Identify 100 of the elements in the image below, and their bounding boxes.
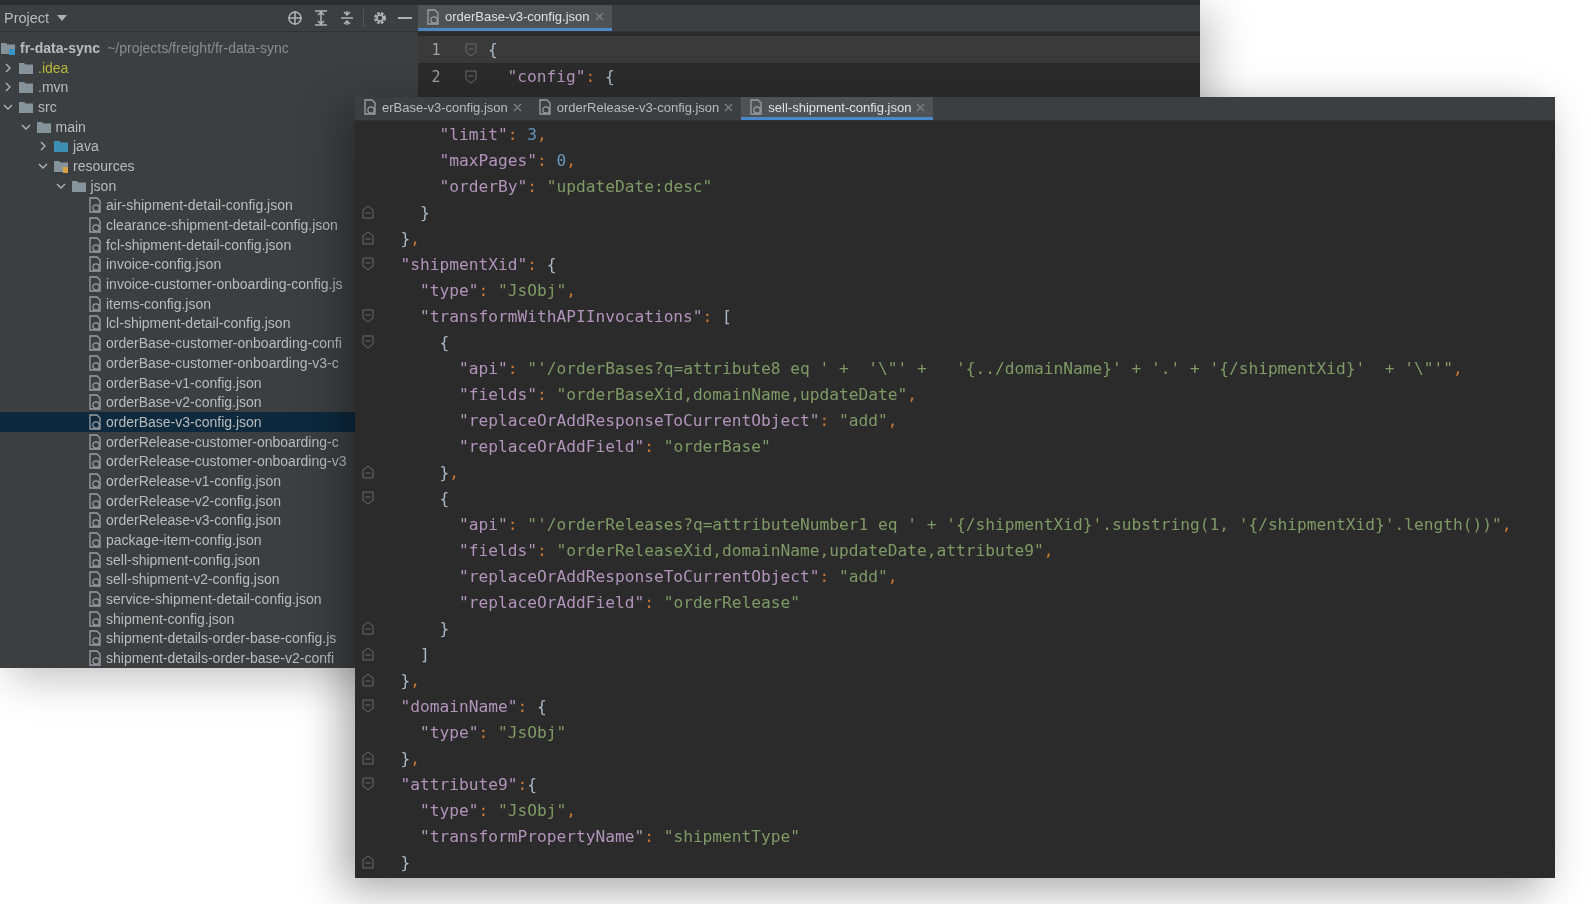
tree-item[interactable]: service-shipment-detail-config.json: [0, 589, 355, 609]
tree-item[interactable]: fr-data-sync ~/projects/freight/fr-data-sync: [0, 38, 355, 58]
editor-tab[interactable]: orderRelease-v3-config.json: [529, 97, 742, 120]
tree-item-label: sell-shipment-config.json: [106, 551, 261, 568]
tree-item[interactable]: orderRelease-customer-onboarding-v3: [0, 451, 355, 472]
tree-item[interactable]: java: [0, 136, 355, 157]
fold-marker-icon[interactable]: [362, 855, 374, 869]
code-line: "limit": 3,: [438, 124, 547, 144]
code-line: },: [399, 748, 420, 768]
code-line: "api": "'/orderReleases?q=attributeNumber1 eq ' + '{/shipmentXid}'.substring(1, '{/shipmentXid}'.length())",: [457, 514, 1512, 534]
tree-item[interactable]: orderRelease-customer-onboarding-c: [0, 431, 355, 452]
tree-item[interactable]: orderRelease-v2-config.json: [0, 490, 355, 511]
tree-item[interactable]: sell-shipment-v2-config.json: [0, 569, 355, 590]
code-line: "type": "JsObj",: [418, 800, 576, 820]
fold-marker-icon[interactable]: [362, 231, 374, 245]
folder-icon: [53, 158, 69, 173]
tree-item[interactable]: shipment-config.json: [0, 608, 355, 629]
tree-item[interactable]: src: [0, 97, 355, 117]
fold-marker-icon[interactable]: [465, 42, 477, 57]
json-file-icon: [88, 512, 102, 529]
tree-item[interactable]: shipment-details-order-base-v2-confi: [0, 648, 355, 668]
fold-marker-icon[interactable]: [362, 257, 374, 271]
tree-item-label: items-config.json: [106, 295, 212, 312]
dropdown-caret-icon[interactable]: [55, 13, 70, 23]
json-file-icon: [363, 99, 377, 115]
tab-label: erBase-v3-config.json: [382, 99, 508, 115]
tab-label: orderBase-v3-config.json: [445, 9, 590, 24]
tree-item[interactable]: fcl-shipment-detail-config.json: [0, 234, 355, 255]
tree-item[interactable]: orderRelease-v1-config.json: [0, 471, 355, 491]
tree-item-label: main: [55, 118, 86, 135]
code-line: "type": "JsObj": [418, 722, 567, 742]
editor-tab[interactable]: orderBase-v3-config.json: [418, 5, 612, 31]
code-line: "domainName": {: [399, 696, 547, 716]
code-line: "replaceOrAddResponseToCurrentObject": "add",: [457, 566, 898, 586]
tree-item[interactable]: orderBase-customer-onboarding-v3-c: [0, 353, 355, 373]
line-number: 1: [430, 40, 442, 59]
code-line: }: [438, 618, 450, 638]
tree-item[interactable]: invoice-config.json: [0, 254, 355, 275]
tree-item-label: invoice-config.json: [106, 256, 222, 273]
json-file-icon: [88, 394, 102, 411]
close-icon[interactable]: [594, 12, 604, 21]
code-line: "api": "'/orderBases?q=attribute8 eq ' + '\"' + '{../domainName}' + '.' + '{/shipmentXid}' + '\"'",: [457, 358, 1463, 378]
fold-marker-icon[interactable]: [362, 699, 374, 713]
tree-item-label: fcl-shipment-detail-config.json: [106, 236, 292, 253]
json-file-icon: [749, 99, 764, 115]
fold-marker-icon[interactable]: [465, 69, 477, 84]
code-line: "transformWithAPIInvocations": [: [418, 306, 732, 326]
json-file-icon: [88, 197, 102, 214]
json-file-icon: [88, 551, 102, 568]
fold-marker-icon[interactable]: [362, 673, 374, 687]
code-line: "config": {: [506, 67, 615, 86]
tree-item[interactable]: json: [0, 175, 355, 196]
close-icon[interactable]: [916, 102, 926, 112]
tree-item-label: json: [90, 177, 117, 194]
tree-item[interactable]: air-shipment-detail-config.json: [0, 195, 355, 216]
fold-marker-icon[interactable]: [362, 335, 374, 349]
locate-icon[interactable]: [285, 8, 305, 28]
tree-item[interactable]: orderBase-v3-config.json: [0, 412, 355, 432]
tree-item[interactable]: items-config.json: [0, 293, 355, 314]
json-file-icon: [88, 256, 102, 273]
tree-item[interactable]: .idea: [0, 57, 355, 78]
fold-marker-icon[interactable]: [362, 465, 374, 479]
tree-item[interactable]: .mvn: [0, 77, 355, 98]
code-line: ]: [418, 644, 430, 664]
fold-marker-icon[interactable]: [362, 205, 374, 219]
editor-tab[interactable]: sell-shipment-config.json: [741, 97, 934, 120]
fold-marker-icon[interactable]: [362, 751, 374, 765]
minimize-icon[interactable]: [396, 14, 414, 22]
code-line: "shipmentXid": {: [399, 254, 557, 274]
tree-item-label: src: [38, 98, 57, 115]
tree-item[interactable]: lcl-shipment-detail-config.json: [0, 313, 355, 334]
fold-marker-icon[interactable]: [362, 647, 374, 661]
fold-marker-icon[interactable]: [362, 491, 374, 505]
tree-item[interactable]: orderBase-v2-config.json: [0, 392, 355, 413]
json-file-icon: [88, 591, 102, 608]
fold-marker-icon[interactable]: [362, 309, 374, 323]
folder-icon: [18, 99, 34, 114]
tree-item[interactable]: main: [0, 116, 355, 137]
tree-item[interactable]: package-item-config.json: [0, 530, 355, 550]
code-line: "replaceOrAddResponseToCurrentObject": "add",: [457, 410, 898, 430]
panel-title[interactable]: Project: [4, 10, 50, 26]
tree-item[interactable]: orderRelease-v3-config.json: [0, 510, 355, 531]
json-file-icon: [88, 571, 102, 588]
json-file-icon: [88, 650, 102, 667]
close-icon[interactable]: [512, 102, 522, 112]
editor-tab[interactable]: erBase-v3-config.json: [355, 97, 530, 120]
close-icon[interactable]: [724, 102, 734, 112]
code-line: {: [438, 332, 450, 352]
tree-item-label: .idea: [38, 59, 69, 76]
tree-item[interactable]: sell-shipment-config.json: [0, 549, 355, 570]
tree-item[interactable]: invoice-customer-onboarding-config.js: [0, 274, 355, 294]
tree-item[interactable]: orderBase-customer-onboarding-confi: [0, 333, 355, 353]
tree-item[interactable]: resources: [0, 156, 355, 176]
tree-item[interactable]: shipment-details-order-base-config.js: [0, 628, 355, 649]
fold-marker-icon[interactable]: [362, 621, 374, 635]
tree-item[interactable]: orderBase-v1-config.json: [0, 372, 355, 393]
tree-item-label: orderBase-v1-config.json: [106, 374, 262, 391]
fold-marker-icon[interactable]: [362, 777, 374, 791]
tree-item[interactable]: clearance-shipment-detail-config.json: [0, 215, 355, 235]
code-line: }: [418, 202, 430, 222]
